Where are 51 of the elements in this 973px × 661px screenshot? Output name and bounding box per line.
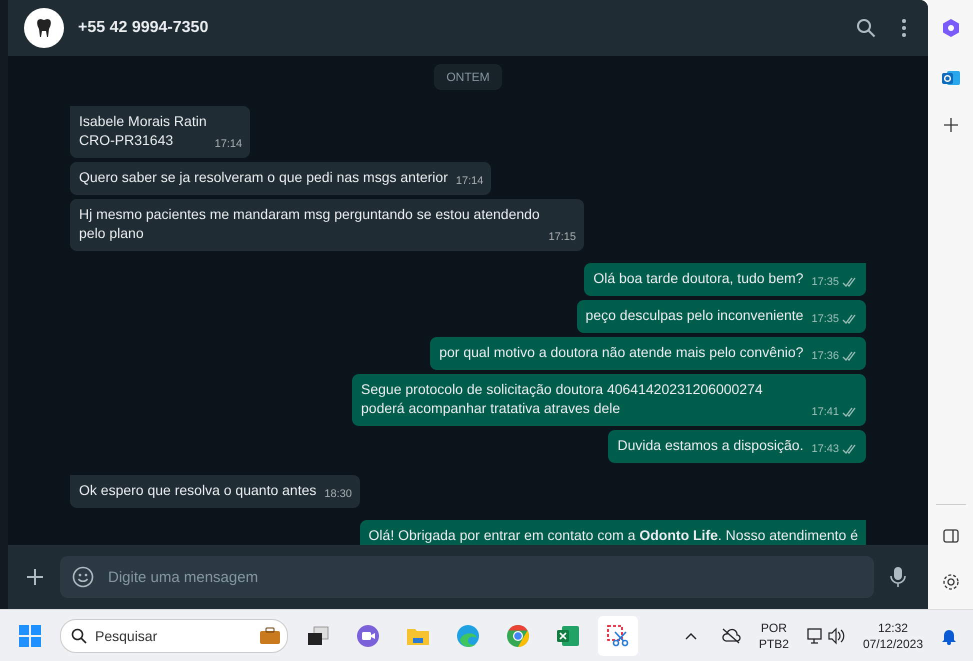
search-icon	[71, 628, 87, 644]
hexagon-logo-icon	[940, 18, 960, 38]
message-time: 17:43	[811, 442, 839, 457]
cloud-off-icon	[720, 628, 741, 644]
windows-logo-icon	[19, 624, 41, 646]
message-text: Quero saber se ja resolveram o que pedi nas msgs anterior	[79, 169, 448, 185]
chevron-up-icon	[684, 632, 697, 640]
contact-name: +55 42 9994-7350	[78, 19, 210, 37]
message-time: 17:35	[811, 312, 839, 327]
message-text: peço desculpas pelo inconveniente	[586, 307, 804, 323]
plus-icon	[26, 568, 44, 586]
message-field[interactable]: Digite uma mensagem	[60, 556, 874, 598]
briefcase-icon	[259, 626, 281, 644]
message-time: 17:15	[548, 230, 576, 245]
video-chat-icon	[356, 624, 380, 648]
message-time: 17:35	[811, 275, 839, 290]
settings-icon	[942, 573, 960, 591]
panel-icon	[942, 529, 958, 543]
scissors-icon	[606, 624, 630, 648]
message-text: Duvida estamos a disposição.	[617, 437, 804, 453]
tooth-icon	[36, 18, 52, 38]
microphone-icon	[890, 566, 906, 588]
message-text: CRO-PR31643	[79, 132, 174, 148]
message-text: Segue protocolo de solicitação doutora 40641420231206000274 poderá acompanhar tratativa atraves dele	[361, 381, 764, 416]
date-label: ONTEM	[434, 64, 502, 90]
mail-app-icon	[940, 68, 960, 88]
windows-stack-icon	[307, 626, 329, 646]
language-indicator[interactable]: POR PTB2	[758, 620, 789, 652]
message-text: Isabele Morais Ratin	[79, 113, 207, 129]
search-icon	[856, 18, 876, 38]
message-time: 17:36	[811, 349, 839, 364]
network-speaker-icon	[806, 626, 845, 644]
message-text: Ok espero que resolva o quanto antes	[79, 482, 316, 498]
message-text: por qual motivo a doutora não atende mais pelo convênio?	[439, 344, 804, 360]
message-text: Olá! Obrigada por entrar em contato com a Odonto Life. Nosso atendimento é	[368, 527, 858, 543]
message-time: 17:14	[214, 137, 242, 152]
emoji-icon	[72, 566, 94, 588]
message-time: 18:30	[324, 487, 352, 502]
message-time: 17:41	[811, 405, 839, 420]
chrome-icon	[506, 624, 530, 648]
message-text: Hj mesmo pacientes me mandaram msg perguntando se estou atendendo pelo plano	[79, 206, 541, 241]
avatar-logo[interactable]	[24, 8, 64, 48]
message-time: 17:14	[456, 174, 484, 189]
spreadsheet-icon	[556, 624, 580, 646]
menu-icon	[902, 19, 906, 37]
message-text: Olá boa tarde doutora, tudo bem?	[593, 270, 804, 286]
snipping-tool-button[interactable]	[598, 616, 638, 656]
clock[interactable]: 12:32 07/12/2023	[862, 620, 923, 652]
browser-wave-icon	[456, 624, 480, 648]
taskbar-search-field[interactable]: Pesquisar	[60, 618, 288, 652]
plus-icon	[944, 118, 958, 132]
